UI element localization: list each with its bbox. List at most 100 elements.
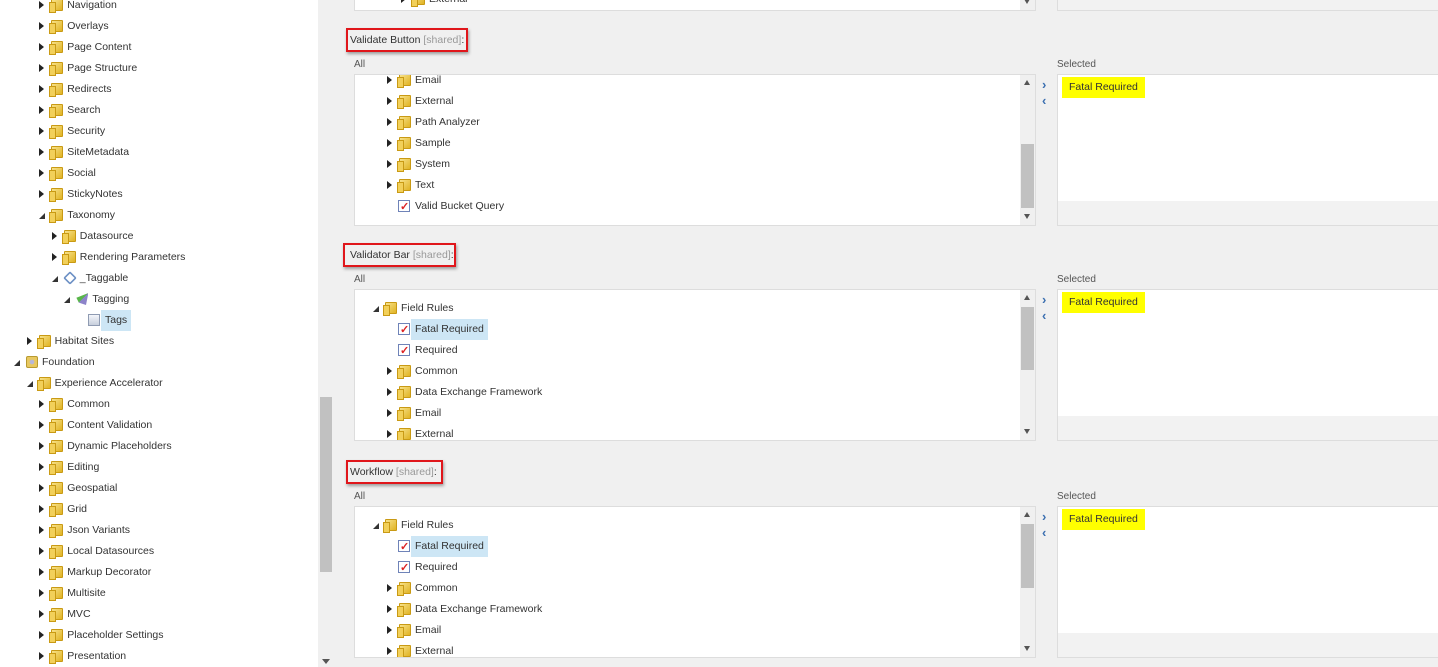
tree-item-search[interactable]: Search <box>0 100 318 121</box>
expand-arrow-icon[interactable] <box>387 647 392 655</box>
tree-item-email[interactable]: Email <box>355 75 1035 91</box>
scroll-up-icon[interactable] <box>1024 512 1030 517</box>
expand-arrow-icon[interactable] <box>39 505 45 513</box>
expand-arrow-icon[interactable] <box>39 484 45 492</box>
add-arrow-icon[interactable]: › <box>1042 510 1046 523</box>
scrollbar[interactable] <box>1020 0 1035 10</box>
remove-arrow-icon[interactable]: ‹ <box>1042 526 1046 539</box>
add-arrow-icon[interactable]: › <box>1042 293 1046 306</box>
tree-item-json-variants[interactable]: Json Variants <box>0 520 318 541</box>
tree-item-multisite[interactable]: Multisite <box>0 583 318 604</box>
expand-arrow-icon[interactable] <box>387 430 392 438</box>
remove-arrow-icon[interactable]: ‹ <box>1042 309 1046 322</box>
scrollbar[interactable] <box>1020 507 1035 657</box>
tree-item-field-rules[interactable]: Field Rules <box>355 298 1035 319</box>
tree-item-common[interactable]: Common <box>0 394 318 415</box>
tree-item-data-exchange-framework[interactable]: Data Exchange Framework <box>355 599 1035 620</box>
tree-item-editing[interactable]: Editing <box>0 457 318 478</box>
tree-item-foundation[interactable]: Foundation <box>0 352 318 373</box>
tree-item-tags[interactable]: Tags <box>0 310 318 331</box>
tree-item-sitemetadata[interactable]: SiteMetadata <box>0 142 318 163</box>
scroll-down-icon[interactable] <box>1024 646 1030 651</box>
tree-item-habitat-sites[interactable]: Habitat Sites <box>0 331 318 352</box>
tree-item-email[interactable]: Email <box>355 620 1035 641</box>
collapse-arrow-icon[interactable] <box>14 360 20 366</box>
scroll-up-icon[interactable] <box>1024 80 1030 85</box>
expand-arrow-icon[interactable] <box>39 610 45 618</box>
scroll-down-icon[interactable] <box>1024 214 1030 219</box>
tree-item-field-rules[interactable]: Field Rules <box>355 515 1035 536</box>
tree-item-security[interactable]: Security <box>0 121 318 142</box>
expand-arrow-icon[interactable] <box>387 584 392 592</box>
scroll-up-icon[interactable] <box>1024 295 1030 300</box>
tree-item-sample[interactable]: Sample <box>355 133 1035 154</box>
tree-item-external[interactable]: External <box>355 0 1035 10</box>
add-arrow-icon[interactable]: › <box>1042 78 1046 91</box>
collapse-arrow-icon[interactable] <box>373 306 379 312</box>
expand-arrow-icon[interactable] <box>39 190 45 198</box>
tree-item-social[interactable]: Social <box>0 163 318 184</box>
tree-item-fatal-required[interactable]: Fatal Required <box>355 319 1035 341</box>
collapse-arrow-icon[interactable] <box>26 381 33 387</box>
selected-item[interactable]: Fatal Required <box>1062 77 1145 98</box>
scroll-down-icon[interactable] <box>322 659 330 664</box>
tree-item-content-validation[interactable]: Content Validation <box>0 415 318 436</box>
expand-arrow-icon[interactable] <box>401 0 406 3</box>
expand-arrow-icon[interactable] <box>387 409 392 417</box>
tree-item-text[interactable]: Text <box>355 175 1035 196</box>
tree-item--taggable[interactable]: _Taggable <box>0 268 318 289</box>
expand-arrow-icon[interactable] <box>39 169 45 177</box>
expand-arrow-icon[interactable] <box>387 118 392 126</box>
expand-arrow-icon[interactable] <box>39 64 45 72</box>
expand-arrow-icon[interactable] <box>39 568 45 576</box>
tree-item-path-analyzer[interactable]: Path Analyzer <box>355 112 1035 133</box>
tree-item-tagging[interactable]: Tagging <box>0 289 318 310</box>
collapse-arrow-icon[interactable] <box>39 213 46 219</box>
selected-item[interactable]: Fatal Required <box>1062 509 1145 530</box>
content-tree-scrollbar[interactable] <box>318 0 334 667</box>
tree-item-data-exchange-framework[interactable]: Data Exchange Framework <box>355 382 1035 403</box>
expand-arrow-icon[interactable] <box>39 652 45 660</box>
scroll-down-icon[interactable] <box>1024 0 1030 4</box>
tree-item-taxonomy[interactable]: Taxonomy <box>0 205 318 226</box>
tree-item-stickynotes[interactable]: StickyNotes <box>0 184 318 205</box>
expand-arrow-icon[interactable] <box>39 22 45 30</box>
expand-arrow-icon[interactable] <box>387 76 392 84</box>
expand-arrow-icon[interactable] <box>39 463 45 471</box>
expand-arrow-icon[interactable] <box>39 442 45 450</box>
expand-arrow-icon[interactable] <box>387 605 392 613</box>
tree-item-page-structure[interactable]: Page Structure <box>0 58 318 79</box>
expand-arrow-icon[interactable] <box>387 626 392 634</box>
tree-item-redirects[interactable]: Redirects <box>0 79 318 100</box>
tree-item-page-content[interactable]: Page Content <box>0 37 318 58</box>
validate-button-selected-list[interactable]: Fatal Required <box>1057 74 1438 226</box>
scrollbar-thumb[interactable] <box>1021 307 1034 370</box>
expand-arrow-icon[interactable] <box>387 181 392 189</box>
collapse-arrow-icon[interactable] <box>51 276 58 282</box>
tree-item-common[interactable]: Common <box>355 578 1035 599</box>
tree-item-datasource[interactable]: Datasource <box>0 226 318 247</box>
workflow-selected-list[interactable]: Fatal Required <box>1057 506 1438 658</box>
expand-arrow-icon[interactable] <box>387 139 392 147</box>
expand-arrow-icon[interactable] <box>39 1 45 9</box>
expand-arrow-icon[interactable] <box>39 148 45 156</box>
tree-item-navigation[interactable]: Navigation <box>0 0 318 16</box>
tree-item-rendering-parameters[interactable]: Rendering Parameters <box>0 247 318 268</box>
scrollbar[interactable] <box>1020 75 1035 225</box>
tree-item-required[interactable]: Required <box>355 340 1035 362</box>
selected-list[interactable] <box>1057 0 1438 11</box>
tree-item-fatal-required[interactable]: Fatal Required <box>355 536 1035 558</box>
scrollbar-thumb[interactable] <box>1021 144 1034 208</box>
expand-arrow-icon[interactable] <box>51 253 57 261</box>
expand-arrow-icon[interactable] <box>387 367 392 375</box>
tree-item-system[interactable]: System <box>355 154 1035 175</box>
expand-arrow-icon[interactable] <box>39 106 45 114</box>
expand-arrow-icon[interactable] <box>51 232 57 240</box>
tree-item-mvc[interactable]: MVC <box>0 604 318 625</box>
tree-item-local-datasources[interactable]: Local Datasources <box>0 541 318 562</box>
tree-item-dynamic-placeholders[interactable]: Dynamic Placeholders <box>0 436 318 457</box>
tree-item-markup-decorator[interactable]: Markup Decorator <box>0 562 318 583</box>
scrollbar-thumb[interactable] <box>320 397 332 572</box>
expand-arrow-icon[interactable] <box>39 547 45 555</box>
scrollbar[interactable] <box>1020 290 1035 440</box>
